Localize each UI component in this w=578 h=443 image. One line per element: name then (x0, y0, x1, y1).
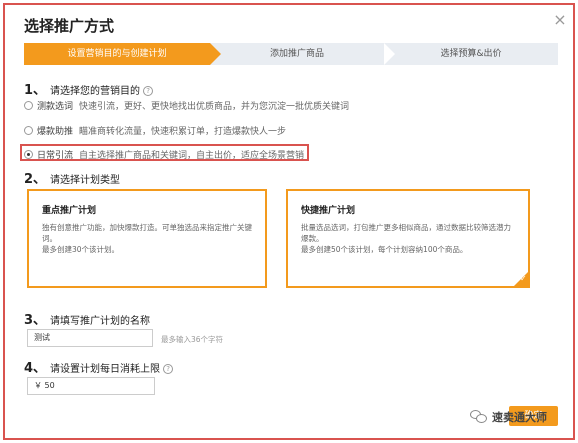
plan-card-focus[interactable]: 重点推广计划 独有创意推广功能，加快爆款打造。可单独选品来指定推广关键词。 最多… (27, 189, 267, 288)
help-icon[interactable]: ? (143, 86, 154, 96)
plan-card-limit: 最多创建50个该计划，每个计划容纳100个商品。 (301, 245, 468, 254)
plan-name-hint: 最多输入36个字符 (161, 335, 224, 344)
section-3-label: 请填写推广计划的名称 (50, 316, 151, 327)
section-3-number: 3、 (24, 313, 47, 328)
section-1-number: 1、 (24, 83, 47, 98)
step-3: 选择预算&出价 (384, 43, 558, 65)
section-4-title: 4、 请设置计划每日消耗上限? (24, 357, 174, 376)
section-4-label: 请设置计划每日消耗上限 (50, 364, 161, 375)
watermark: 速卖通大师 (470, 409, 547, 425)
section-2-title: 2、 请选择计划类型 (24, 168, 120, 187)
check-mark: ✓ (520, 274, 527, 283)
radio-icon[interactable] (24, 126, 33, 135)
purpose-option-1[interactable]: 测款选词 快速引流，更好、更快地找出优质商品，并为您沉淀一批优质关键词 (24, 99, 349, 112)
purpose-option-2[interactable]: 爆款助推 瞄准商转化流量，快速积累订单，打造爆款快人一步 (24, 124, 286, 137)
dialog-title: 选择推广方式 (24, 17, 115, 35)
purpose-option-3[interactable]: 日常引流 自主选择推广商品和关键词，自主出价，适应全场景营销 (24, 148, 304, 161)
section-3-title: 3、 请填写推广计划的名称 (24, 309, 150, 328)
plan-card-title: 重点推广计划 (42, 206, 97, 216)
plan-card-desc: 独有创意推广功能，加快爆款打造。可单独选品来指定推广关键词。 (42, 223, 252, 243)
radio-checked-icon[interactable] (24, 150, 33, 159)
plan-name-input[interactable]: 测试 (27, 329, 153, 347)
wechat-icon (470, 410, 488, 424)
daily-budget-input[interactable]: ￥ 50 (27, 377, 155, 395)
purpose-option-desc: 快速引流，更好、更快地找出优质商品，并为您沉淀一批优质关键词 (79, 102, 350, 112)
purpose-option-label: 爆款助推 (37, 127, 74, 137)
plan-card-title: 快捷推广计划 (301, 206, 356, 216)
step-2: 添加推广商品 (210, 43, 395, 65)
close-icon[interactable]: × (552, 12, 568, 28)
purpose-option-desc: 自主选择推广商品和关键词，自主出价，适应全场景营销 (79, 151, 305, 161)
help-icon[interactable]: ? (163, 364, 174, 374)
purpose-option-label: 测款选词 (37, 102, 74, 112)
step-1: 设置营销目的与创建计划 (24, 43, 221, 65)
plan-card-quick[interactable]: 快捷推广计划 批量选品选词，打包推广更多相似商品，通过数据比较筛选潜力爆款。 最… (286, 189, 530, 288)
plan-card-limit: 最多创建30个该计划。 (42, 245, 120, 254)
purpose-option-desc: 瞄准商转化流量，快速积累订单，打造爆款快人一步 (79, 127, 287, 137)
section-1-label: 请选择您的营销目的 (50, 86, 141, 97)
section-2-label: 请选择计划类型 (50, 175, 121, 186)
section-2-number: 2、 (24, 172, 47, 187)
selected-check-icon: ✓ (514, 272, 528, 286)
watermark-text: 速卖通大师 (492, 411, 547, 424)
step-progress: 设置营销目的与创建计划 添加推广商品 选择预算&出价 (24, 43, 558, 65)
section-1-title: 1、 请选择您的营销目的? (24, 79, 154, 98)
plan-card-desc: 批量选品选词，打包推广更多相似商品，通过数据比较筛选潜力爆款。 (301, 223, 511, 243)
section-4-number: 4、 (24, 361, 47, 376)
radio-icon[interactable] (24, 101, 33, 110)
purpose-option-label: 日常引流 (37, 151, 74, 161)
